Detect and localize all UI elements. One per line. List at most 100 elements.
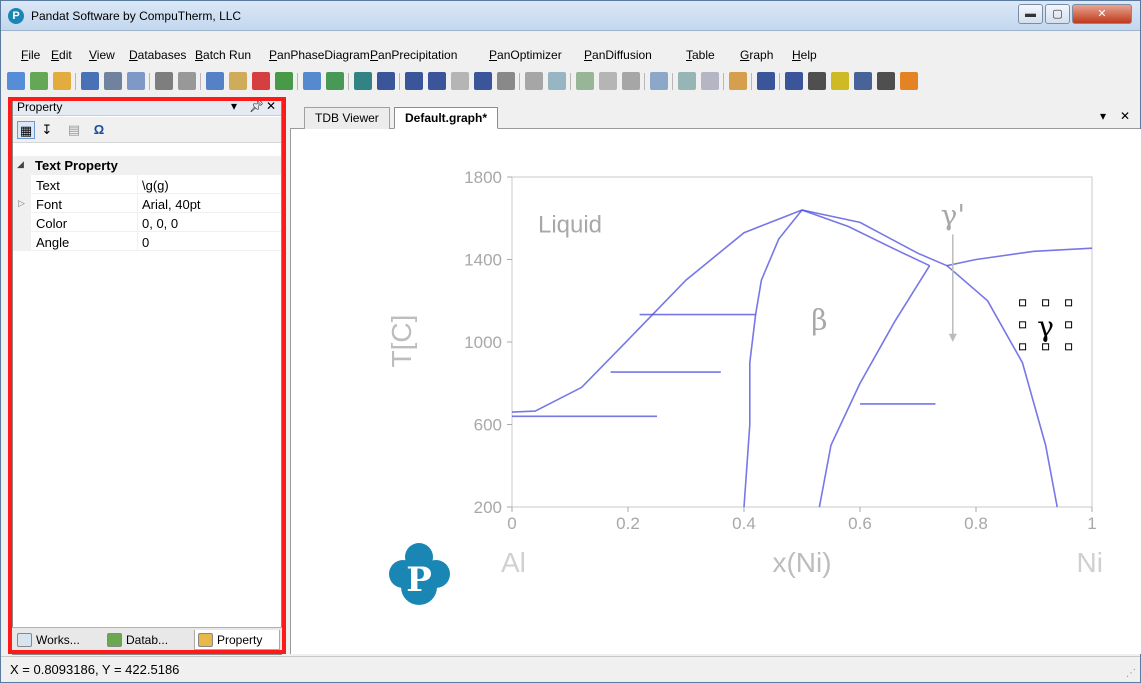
line-icon[interactable]	[405, 72, 423, 90]
expand-arrow-icon[interactable]: ▷	[18, 198, 25, 209]
menu-databases[interactable]: Databases	[129, 48, 186, 62]
menu-panprecipitation[interactable]: PanPrecipitation	[370, 48, 457, 62]
menu-view[interactable]: View	[89, 48, 115, 62]
layer-icon[interactable]	[650, 72, 668, 90]
new-window-icon[interactable]	[30, 72, 48, 90]
pencil-icon[interactable]	[900, 72, 918, 90]
point-icon[interactable]	[377, 72, 395, 90]
tab-default-graph[interactable]: Default.graph*	[394, 107, 499, 129]
phase-diagram-chart[interactable]: 200 600 1000 1400 1800 0 0.2 0.4 0.6 0.8 1 T[C] x(Ni…	[291, 129, 1141, 654]
delete-icon[interactable]	[252, 72, 270, 90]
toolbar-separator	[200, 73, 201, 90]
menu-graph[interactable]: Graph	[740, 48, 773, 62]
grid-icon[interactable]	[622, 72, 640, 90]
tab-label: Datab...	[126, 633, 169, 647]
legend-icon[interactable]	[854, 72, 872, 90]
select-arrow-icon[interactable]	[757, 72, 775, 90]
selection-handle[interactable]	[1042, 299, 1050, 307]
property-value[interactable]: 0, 0, 0	[142, 216, 178, 231]
rotate-icon[interactable]	[808, 72, 826, 90]
plot-b-icon[interactable]	[576, 72, 594, 90]
panel-bottom-tabs: Works... Datab... Property	[12, 627, 282, 651]
category-row[interactable]: ◢ Text Property	[13, 156, 281, 175]
selection-handle[interactable]	[1065, 343, 1073, 351]
resize-grip-icon[interactable]: ⋰	[1126, 668, 1136, 679]
tab-works[interactable]: Works...	[14, 630, 102, 650]
paste-icon[interactable]	[229, 72, 247, 90]
property-value[interactable]: \g(g)	[142, 178, 169, 193]
property-row-text[interactable]: Text \g(g)	[13, 175, 281, 194]
categorized-icon[interactable]: ▦	[17, 121, 35, 139]
menu-panphasediagram[interactable]: PanPhaseDiagram	[269, 48, 370, 62]
menu-table[interactable]: Table	[686, 48, 715, 62]
menu-batch-run[interactable]: Batch Run	[195, 48, 251, 62]
panel-close-icon[interactable]: ✕	[266, 99, 276, 113]
selection-handle[interactable]	[1065, 299, 1073, 307]
close-button[interactable]: ✕	[1072, 4, 1132, 24]
copy-icon[interactable]	[206, 72, 224, 90]
title-bar[interactable]: P Pandat Software by CompuTherm, LLC ▬ ▢…	[1, 1, 1140, 31]
doc-close-icon[interactable]: ✕	[1120, 109, 1130, 123]
print-icon[interactable]	[155, 72, 173, 90]
save-icon[interactable]	[81, 72, 99, 90]
pin-icon[interactable]: 📌︎	[249, 99, 264, 113]
selection-handle[interactable]	[1019, 343, 1027, 351]
toolbar-separator	[519, 73, 520, 90]
doc-dropdown-icon[interactable]: ▾	[1100, 109, 1106, 123]
tools-icon[interactable]	[729, 72, 747, 90]
menu-pandiffusion[interactable]: PanDiffusion	[584, 48, 652, 62]
sort-alpha-icon[interactable]: ↧	[38, 121, 56, 139]
menu-panoptimizer[interactable]: PanOptimizer	[489, 48, 562, 62]
edit-text-icon[interactable]	[831, 72, 849, 90]
property-value[interactable]: Arial, 40pt	[142, 197, 201, 212]
collapse-arrow-icon[interactable]: ◢	[17, 159, 24, 170]
tab-property[interactable]: Property	[194, 630, 280, 650]
zoom-icon[interactable]	[785, 72, 803, 90]
property-row-color[interactable]: Color 0, 0, 0	[13, 213, 281, 232]
property-row-font[interactable]: ▷ Font Arial, 40pt	[13, 194, 281, 213]
save-all-icon[interactable]	[104, 72, 122, 90]
graph-canvas[interactable]: 200 600 1000 1400 1800 0 0.2 0.4 0.6 0.8 1 T[C] x(Ni…	[290, 129, 1141, 654]
text-insert-icon[interactable]	[877, 72, 895, 90]
property-value[interactable]: 0	[142, 235, 149, 250]
series-beta_high_ni	[818, 265, 931, 508]
panel-dropdown-icon[interactable]: ▾	[231, 99, 237, 113]
omega-icon[interactable]: Ω	[90, 121, 108, 139]
selection-handle[interactable]	[1042, 343, 1050, 351]
cut-icon[interactable]	[178, 72, 196, 90]
download-icon[interactable]	[326, 72, 344, 90]
tab-tdb-viewer[interactable]: TDB Viewer	[304, 107, 390, 129]
chart-icon[interactable]	[678, 72, 696, 90]
property-row-angle[interactable]: Angle 0	[13, 232, 281, 251]
copy-graph-icon[interactable]	[497, 72, 515, 90]
selection-handle[interactable]	[1019, 321, 1027, 329]
table-view-icon[interactable]	[303, 72, 321, 90]
property-pages-icon[interactable]: ▤	[65, 121, 83, 139]
tab-datab[interactable]: Datab...	[104, 630, 192, 650]
import-icon[interactable]	[275, 72, 293, 90]
maximize-button[interactable]: ▢	[1045, 4, 1070, 24]
series-solvus_gamma	[946, 265, 1058, 508]
menu-edit[interactable]: Edit	[51, 48, 72, 62]
logo-letter: P	[406, 560, 432, 600]
minimize-button[interactable]: ▬	[1018, 4, 1043, 24]
zoom-region-icon[interactable]	[701, 72, 719, 90]
plot-a-icon[interactable]	[548, 72, 566, 90]
tab-label: Default.graph*	[405, 111, 488, 125]
selection-handle[interactable]	[1065, 321, 1073, 329]
fill-icon[interactable]	[474, 72, 492, 90]
calculate-icon[interactable]	[354, 72, 372, 90]
series-liquidus_left	[511, 209, 803, 413]
selection-handle[interactable]	[1019, 299, 1027, 307]
menu-file[interactable]: File	[21, 48, 40, 62]
new-workspace-icon[interactable]	[7, 72, 25, 90]
toolbar-separator	[75, 73, 76, 90]
tab-label: Works...	[36, 633, 80, 647]
menu-help[interactable]: Help	[792, 48, 817, 62]
plot-c-icon[interactable]	[599, 72, 617, 90]
open-folder-icon[interactable]	[53, 72, 71, 90]
section-icon[interactable]	[428, 72, 446, 90]
triangle-icon[interactable]	[451, 72, 469, 90]
print-preview-icon[interactable]	[127, 72, 145, 90]
scatter-icon[interactable]	[525, 72, 543, 90]
